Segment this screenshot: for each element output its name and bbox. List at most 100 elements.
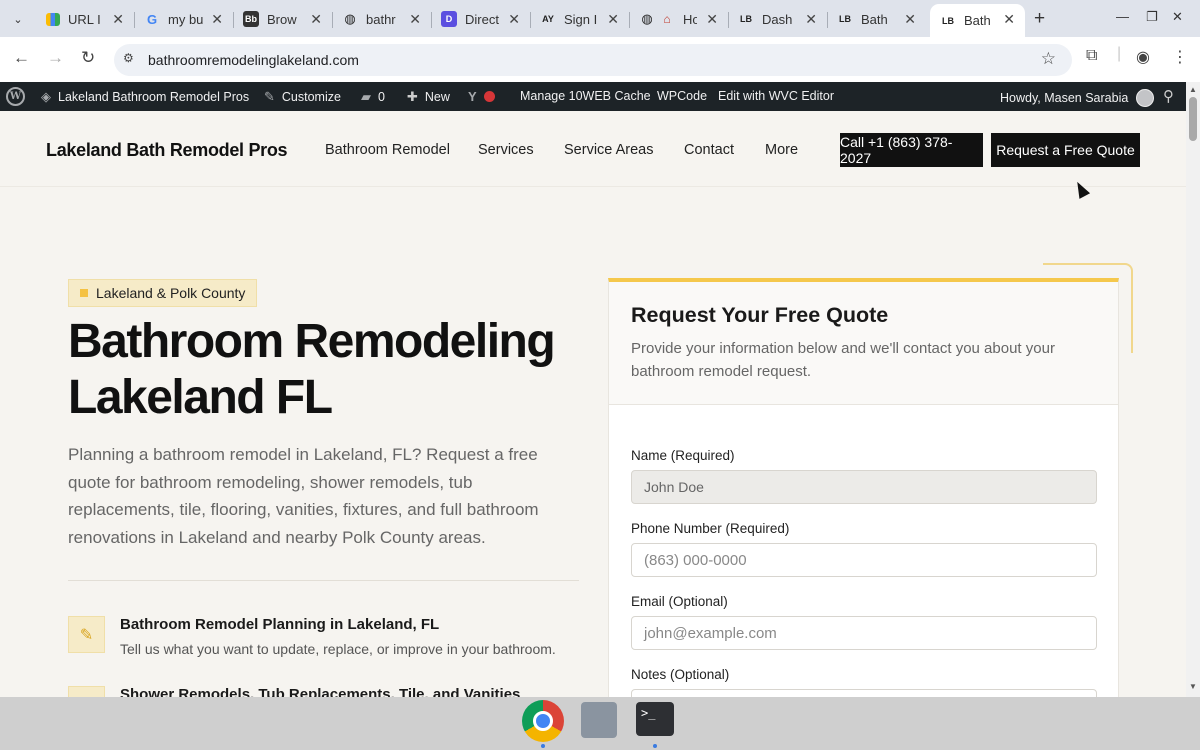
tab-title: Brow (267, 11, 297, 27)
close-tab-icon[interactable]: ✕ (904, 11, 916, 28)
back-icon[interactable]: ← (13, 48, 30, 68)
extensions-icon[interactable]: ⧉ (1086, 47, 1097, 65)
brush-icon: ✎ (264, 89, 275, 104)
home-icon: ⌂ (663, 12, 671, 26)
seo-status-dot (483, 91, 495, 102)
d-icon: D (441, 11, 457, 27)
admin-account[interactable]: Howdy, Masen Sarabia (1000, 89, 1155, 107)
nav-service-areas[interactable]: Service Areas (564, 142, 653, 158)
admin-cache[interactable]: Manage 10WEB Cache (520, 89, 651, 103)
divider (68, 580, 579, 581)
running-indicator (653, 744, 657, 748)
bookmark-star-icon[interactable]: ☆ (1041, 49, 1056, 69)
close-tab-icon[interactable]: ✕ (706, 11, 718, 28)
notes-field[interactable] (631, 689, 1097, 697)
admin-comments[interactable]: ▰ 0 (361, 89, 385, 105)
tab-title: my bu (168, 11, 204, 27)
reload-icon[interactable]: ↻ (81, 48, 95, 68)
admin-search-icon[interactable]: ⚲ (1163, 87, 1174, 105)
admin-customize[interactable]: ✎ Customize (264, 89, 341, 105)
globe-icon: ◍ (344, 11, 356, 26)
nav-bathroom-remodel[interactable]: Bathroom Remodel (325, 142, 450, 158)
feature-description: Tell us what you want to update, replace… (120, 641, 556, 657)
admin-wpcode[interactable]: WPCode (657, 89, 707, 103)
quote-form-header: Request Your Free Quote Provide your inf… (609, 282, 1118, 405)
forward-icon[interactable]: → (47, 48, 64, 68)
badge-square-icon (80, 289, 88, 297)
more-menu-icon[interactable]: ⋮ (1172, 47, 1188, 67)
phone-field[interactable]: (863) 000-0000 (631, 543, 1097, 577)
page-scrollbar[interactable]: ▲ ▼ (1186, 82, 1200, 697)
admin-new[interactable]: ✚ New (407, 89, 450, 105)
yoast-menu[interactable]: Y (468, 89, 495, 104)
browser-tab[interactable]: D Direct ✕ (431, 4, 531, 34)
browser-tab-active[interactable]: LB Bath ✕ (930, 4, 1025, 37)
quote-form-card: Request Your Free Quote Provide your inf… (608, 278, 1119, 697)
wordpress-logo-icon[interactable]: W (6, 87, 25, 106)
feature-title: Bathroom Remodel Planning in Lakeland, F… (120, 616, 440, 633)
site-info-icon[interactable]: ⚙ (123, 51, 134, 65)
phone-label: Phone Number (Required) (631, 521, 790, 536)
ay-icon: AY (542, 14, 554, 24)
close-tab-icon[interactable]: ✕ (607, 11, 619, 28)
feature-title: Shower Remodels, Tub Replacements, Tile,… (120, 686, 521, 697)
browser-tab[interactable]: AY Sign I ✕ (530, 4, 630, 34)
tab-title: Ho (683, 11, 697, 27)
browser-tab[interactable]: LB Bath ✕ (827, 4, 926, 34)
tab-search-icon[interactable]: ⌄ (6, 7, 30, 31)
page-viewport: Lakeland Bath Remodel Pros Bathroom Remo… (0, 111, 1186, 697)
browser-tab[interactable]: ◍ ⌂ Ho ✕ (629, 4, 729, 34)
app-icon[interactable] (581, 702, 617, 738)
restore-icon[interactable]: ❐ (1146, 9, 1158, 25)
admin-editor[interactable]: Edit with WVC Editor (718, 89, 834, 103)
tab-title: Bath (964, 13, 991, 28)
nav-more[interactable]: More (765, 142, 798, 158)
nav-services[interactable]: Services (478, 142, 534, 158)
url-text[interactable]: bathroomremodelinglakeland.com (148, 52, 359, 68)
address-bar[interactable]: ⚙ bathroomremodelinglakeland.com ☆ (114, 44, 1072, 76)
minimize-icon[interactable]: — (1116, 9, 1129, 24)
admin-site-name[interactable]: ◈ Lakeland Bathroom Remodel Pros (41, 89, 249, 105)
email-field[interactable]: john@example.com (631, 616, 1097, 650)
close-tab-icon[interactable]: ✕ (805, 11, 817, 28)
scrollbar-thumb[interactable] (1189, 97, 1197, 141)
nav-contact[interactable]: Contact (684, 142, 734, 158)
request-quote-button[interactable]: Request a Free Quote (991, 133, 1140, 167)
terminal-app-icon[interactable]: >_ (636, 702, 674, 736)
ruler-icon: ✎ (68, 616, 105, 653)
plus-icon: ✚ (407, 89, 418, 104)
scroll-down-icon[interactable]: ▼ (1189, 682, 1197, 691)
close-tab-icon[interactable]: ✕ (409, 11, 421, 28)
dashboard-icon: ◈ (41, 89, 51, 104)
form-subtitle: Provide your information below and we'll… (631, 340, 1055, 380)
os-taskbar: >_ (0, 697, 1200, 750)
hero-title: Bathroom Remodeling Lakeland FL (68, 315, 556, 424)
close-tab-icon[interactable]: ✕ (112, 11, 124, 28)
tab-title: Sign I (564, 11, 598, 27)
browser-tab[interactable]: LB Dash ✕ (728, 4, 828, 34)
browser-tab[interactable]: ◍ bathr ✕ (332, 4, 432, 34)
close-tab-icon[interactable]: ✕ (310, 11, 322, 28)
running-indicator (541, 744, 545, 748)
lb-icon: LB (839, 14, 851, 24)
browser-tab[interactable]: G my bu ✕ (134, 4, 234, 34)
close-tab-icon[interactable]: ✕ (508, 11, 520, 28)
comments-count: 0 (378, 90, 385, 104)
scroll-up-icon[interactable]: ▲ (1189, 85, 1197, 94)
profile-icon[interactable]: ◉ (1136, 47, 1150, 67)
site-brand[interactable]: Lakeland Bath Remodel Pros (46, 140, 288, 161)
close-tab-icon[interactable]: ✕ (211, 11, 223, 28)
bb-icon: Bb (243, 11, 259, 27)
tab-title: Dash (762, 11, 793, 27)
close-tab-icon[interactable]: ✕ (1003, 11, 1015, 28)
name-field[interactable]: John Doe (631, 470, 1097, 504)
browser-tab[interactable]: URL I ✕ (36, 4, 135, 34)
chrome-app-icon[interactable] (522, 700, 564, 742)
chart-icon (46, 12, 60, 26)
close-window-icon[interactable]: ✕ (1172, 9, 1183, 25)
tab-title: bathr (366, 11, 396, 27)
lb-icon: LB (740, 14, 752, 24)
new-tab-icon[interactable]: + (1034, 8, 1045, 30)
call-button[interactable]: Call +1 (863) 378-2027 (840, 133, 983, 167)
browser-tab[interactable]: Bb Brow ✕ (233, 4, 333, 34)
